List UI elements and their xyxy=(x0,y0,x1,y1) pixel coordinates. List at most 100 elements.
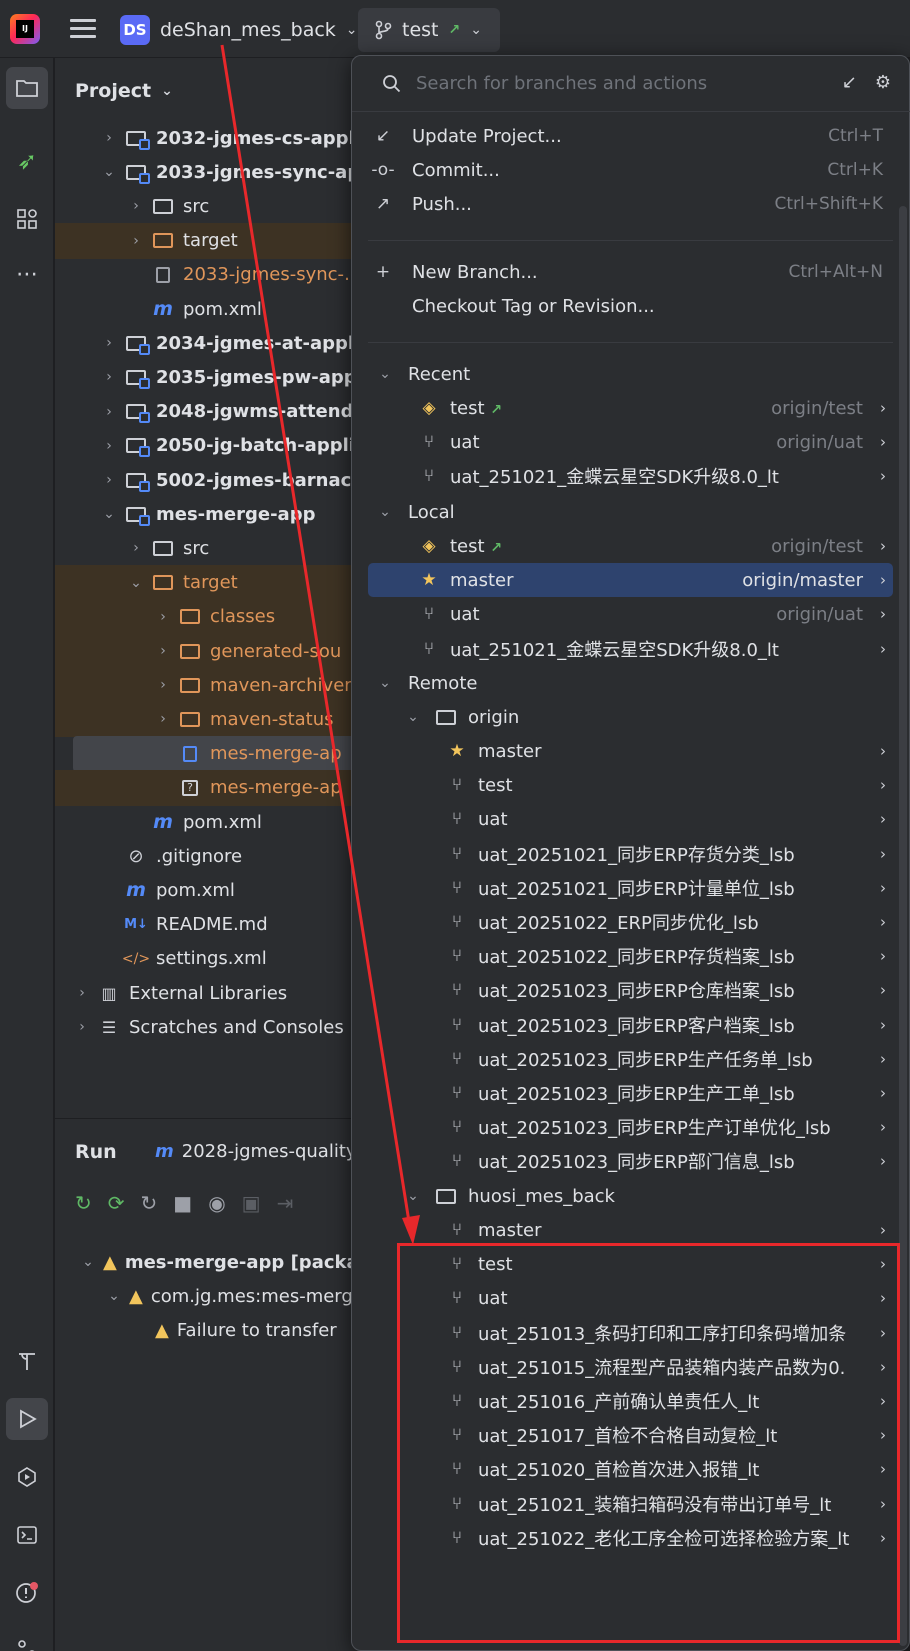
tree-node[interactable]: › src xyxy=(55,188,365,224)
tree-node[interactable]: ⊘ .gitignore xyxy=(55,838,365,874)
export-icon[interactable]: ⇥ xyxy=(277,1191,294,1215)
camera-icon[interactable]: ▣ xyxy=(242,1191,261,1215)
tree-node[interactable]: ⌄ mes-merge-app xyxy=(55,496,365,532)
branch-item[interactable]: ⑂ uat_251021_金蝶云星空SDK升级8.0_lt › xyxy=(368,632,893,666)
tree-node[interactable]: › maven-archiver xyxy=(55,667,365,704)
run-config-tab[interactable]: m 2028-jgmes-quality xyxy=(155,1141,357,1162)
terminal-icon[interactable] xyxy=(6,1514,48,1556)
tree-node[interactable]: m pom.xml xyxy=(55,804,365,840)
build-icon[interactable] xyxy=(6,1340,48,1382)
branch-item[interactable]: ⑂ test › xyxy=(444,768,893,802)
chevron-right-icon[interactable]: › xyxy=(73,1019,91,1035)
tree-node[interactable]: mes-merge-ap xyxy=(73,735,365,772)
commit-action[interactable]: -o- Commit... Ctrl+K xyxy=(368,153,893,187)
chevron-right-icon[interactable]: › xyxy=(127,198,145,214)
tree-node[interactable]: m pom.xml xyxy=(55,872,365,908)
chevron-right-icon[interactable]: › xyxy=(100,404,118,420)
chevron-right-icon[interactable]: › xyxy=(100,130,118,146)
rerun-icon[interactable]: ↻ xyxy=(75,1191,92,1215)
tree-node[interactable]: › src xyxy=(55,530,365,566)
run-tool-icon[interactable] xyxy=(6,1398,48,1440)
branch-item[interactable]: ⑂ uat › xyxy=(444,1281,893,1315)
branch-item[interactable]: ⑂ uat_20251022_同步ERP存货档案_lsb › xyxy=(444,939,893,973)
local-section[interactable]: ⌄ Local xyxy=(368,495,893,529)
rerun-debug-icon[interactable]: ↻ xyxy=(141,1191,158,1215)
new-branch-action[interactable]: + New Branch... Ctrl+Alt+N xyxy=(368,255,893,289)
branch-item[interactable]: ⑂ uat_20251021_同步ERP计量单位_lsb › xyxy=(444,871,893,905)
push-action[interactable]: ↗ Push... Ctrl+Shift+K xyxy=(368,187,893,221)
checkout-tag-action[interactable]: Checkout Tag or Revision... xyxy=(368,289,893,323)
branch-item[interactable]: ⑂ uat_251021_金蝶云星空SDK升级8.0_lt › xyxy=(416,459,893,493)
tree-node[interactable]: › maven-status xyxy=(55,701,365,738)
chevron-right-icon[interactable]: › xyxy=(100,438,118,454)
branch-item[interactable]: ⑂ uat_20251023_同步ERP生产任务单_lsb › xyxy=(444,1042,893,1076)
tree-node[interactable]: › 2050-jg-batch-applic xyxy=(55,428,365,464)
branch-item[interactable]: ⑂ uat_251022_老化工序全检可选择检验方案_lt › xyxy=(444,1521,893,1555)
eye-icon[interactable]: ◉ xyxy=(208,1191,225,1215)
search-input[interactable] xyxy=(416,73,816,94)
tree-node[interactable]: m pom.xml xyxy=(55,291,365,327)
branch-item[interactable]: ⑂ uat › xyxy=(444,802,893,836)
chevron-right-icon[interactable]: › xyxy=(100,369,118,385)
branch-item[interactable]: ⑂ uat_20251023_同步ERP部门信息_lsb › xyxy=(444,1144,893,1178)
chevron-right-icon[interactable]: › xyxy=(73,985,91,1001)
chevron-right-icon[interactable]: › xyxy=(100,472,118,488)
jrebel-icon[interactable]: ➶ xyxy=(6,140,48,182)
chevron-right-icon[interactable]: › xyxy=(127,233,145,249)
branch-item[interactable]: ★ master origin/master › xyxy=(368,563,893,598)
chevron-right-icon[interactable]: › xyxy=(127,540,145,556)
project-tool-icon[interactable] xyxy=(6,67,48,109)
structure-icon[interactable] xyxy=(6,198,48,240)
origin-remote[interactable]: ⌄ origin xyxy=(396,700,893,734)
tree-node[interactable]: › 5002-jgmes-barnacle xyxy=(55,462,365,498)
tree-node[interactable]: </> settings.xml xyxy=(55,941,365,977)
chevron-right-icon[interactable]: › xyxy=(154,711,172,727)
tree-node[interactable]: ⌄ target xyxy=(55,564,365,601)
main-menu-icon[interactable] xyxy=(70,19,96,39)
branch-item[interactable]: ⑂ uat_20251022_ERP同步优化_lsb › xyxy=(444,905,893,939)
chevron-down-icon[interactable]: ⌄ xyxy=(100,506,118,522)
branch-item[interactable]: ⑂ uat_251021_装箱扫箱码没有带出订单号_lt › xyxy=(444,1487,893,1521)
branch-item[interactable]: ⑂ uat origin/uat › xyxy=(368,597,893,631)
problems-icon[interactable] xyxy=(6,1572,48,1614)
branch-item[interactable]: ⑂ uat_20251021_同步ERP存货分类_lsb › xyxy=(444,837,893,871)
branch-item[interactable]: ⑂ uat_20251023_同步ERP仓库档案_lsb › xyxy=(444,973,893,1007)
chevron-down-icon[interactable]: ⌄ xyxy=(100,164,118,180)
tree-node[interactable]: ⌄ 2033-jgmes-sync-app xyxy=(55,154,365,190)
rerun-failed-icon[interactable]: ⟳ xyxy=(108,1191,125,1215)
tree-node[interactable]: › 2035-jgmes-pw-appl xyxy=(55,359,365,395)
git-icon[interactable] xyxy=(6,1628,48,1651)
branch-item[interactable]: ⑂ uat_20251023_同步ERP生产订单优化_lsb › xyxy=(444,1110,893,1144)
tree-node[interactable]: › 2048-jgwms-attenda xyxy=(55,394,365,430)
tree-node[interactable]: › ☰ Scratches and Consoles xyxy=(55,1009,365,1045)
tree-node[interactable]: ? mes-merge-ap xyxy=(55,769,365,806)
gear-icon[interactable]: ⚙ xyxy=(875,72,891,93)
branch-item[interactable]: ⑂ uat_251017_首检不合格自动复检_lt › xyxy=(444,1418,893,1452)
branch-item[interactable]: ★ master › xyxy=(444,734,893,768)
chevron-right-icon[interactable]: › xyxy=(154,609,172,625)
branch-item[interactable]: ⑂ uat_20251023_同步ERP客户档案_lsb › xyxy=(444,1008,893,1042)
scrollbar[interactable] xyxy=(899,206,907,1646)
chevron-right-icon[interactable]: › xyxy=(154,643,172,659)
run-tree-row[interactable]: ▲ Failure to transfer xyxy=(155,1313,337,1347)
branch-item[interactable]: ⑂ uat_20251023_同步ERP生产工单_lsb › xyxy=(444,1076,893,1110)
branch-item[interactable]: ⑂ test › xyxy=(444,1247,893,1281)
intellij-logo-icon[interactable]: IJ xyxy=(10,14,40,44)
branch-item[interactable]: ⑂ uat_251020_首检首次进入报错_lt › xyxy=(444,1452,893,1486)
chevron-right-icon[interactable]: › xyxy=(154,677,172,693)
tree-node[interactable]: › 2034-jgmes-at-applic xyxy=(55,325,365,361)
branch-selector[interactable]: test ↗ ⌄ xyxy=(358,8,500,52)
run-tree-row[interactable]: ⌄ ▲ mes-merge-app [packag xyxy=(79,1245,371,1279)
tree-node[interactable]: › target xyxy=(55,222,365,259)
project-selector[interactable]: DS deShan_mes_back ⌄ xyxy=(120,12,358,48)
tree-node[interactable]: › generated-sou xyxy=(55,633,365,669)
remote-section[interactable]: ⌄ Remote xyxy=(368,666,893,700)
tree-node[interactable]: 2033-jgmes-sync-… xyxy=(55,257,365,293)
tree-node[interactable]: M↓ README.md xyxy=(55,907,365,943)
tree-node[interactable]: › classes xyxy=(55,598,365,635)
tree-node[interactable]: › ▥ External Libraries xyxy=(55,975,365,1011)
branch-item[interactable]: ⑂ uat_251015_流程型产品装箱内装产品数为0. › xyxy=(444,1350,893,1384)
stop-icon[interactable]: ■ xyxy=(173,1191,192,1215)
branch-item[interactable]: ⑂ uat_251016_产前确认单责任人_lt › xyxy=(444,1384,893,1418)
recent-section[interactable]: ⌄ Recent xyxy=(368,357,893,391)
